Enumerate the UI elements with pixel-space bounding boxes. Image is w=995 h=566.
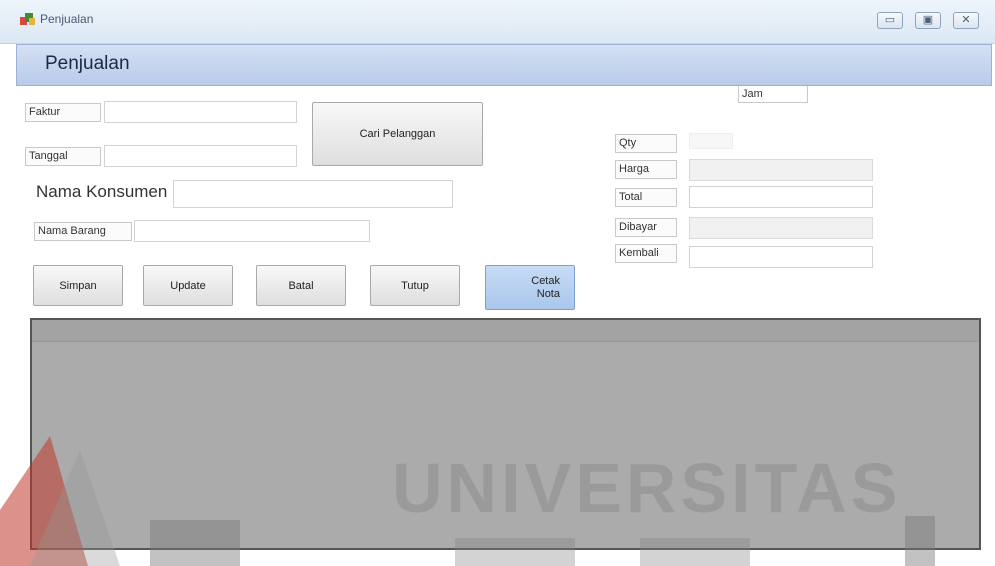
header-band <box>16 44 992 86</box>
tanggal-label: Tanggal <box>25 147 101 166</box>
watermark-text: UNIVERSITAS <box>392 449 902 527</box>
maximize-button[interactable]: ▣ <box>915 12 941 29</box>
batal-button[interactable]: Batal <box>256 265 346 306</box>
page-title: Penjualan <box>45 53 130 74</box>
cetak-nota-button[interactable]: Cetak Nota <box>485 265 575 310</box>
total-label: Total <box>615 188 677 207</box>
kembali-value <box>689 246 873 268</box>
qty-label: Qty <box>615 134 677 153</box>
harga-label: Harga <box>615 160 677 179</box>
nama-konsumen-label: Nama Konsumen <box>36 182 168 201</box>
faktur-input[interactable] <box>104 101 297 123</box>
total-value <box>689 186 873 208</box>
qty-value <box>689 133 733 149</box>
dibayar-label: Dibayar <box>615 218 677 237</box>
window-title: Penjualan <box>40 12 94 26</box>
app-icon <box>20 13 35 25</box>
nama-barang-input[interactable] <box>134 220 370 242</box>
grid-header <box>32 320 979 342</box>
harga-value <box>689 159 873 181</box>
jam-label: Jam <box>738 86 808 103</box>
close-button[interactable]: ✕ <box>953 12 979 29</box>
window-title-bar <box>0 0 995 44</box>
cari-pelanggan-button[interactable]: Cari Pelanggan <box>312 102 483 166</box>
minimize-button[interactable]: ▭ <box>877 12 903 29</box>
nama-konsumen-input[interactable] <box>173 180 453 208</box>
update-button[interactable]: Update <box>143 265 233 306</box>
kembali-label: Kembali <box>615 244 677 263</box>
faktur-label: Faktur <box>25 103 101 122</box>
nama-barang-label: Nama Barang <box>34 222 132 241</box>
simpan-button[interactable]: Simpan <box>33 265 123 306</box>
tutup-button[interactable]: Tutup <box>370 265 460 306</box>
dibayar-input[interactable] <box>689 217 873 239</box>
tanggal-input[interactable] <box>104 145 297 167</box>
